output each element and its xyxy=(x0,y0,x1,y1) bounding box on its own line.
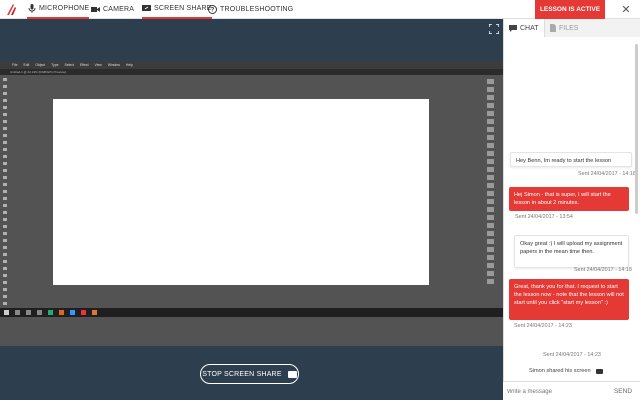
chat-scrollbar[interactable] xyxy=(635,44,638,214)
nav-troubleshooting-label: TROUBLESHOOTING xyxy=(220,6,294,13)
nav-camera-label: CAMERA xyxy=(103,6,135,13)
screen-icon xyxy=(287,370,297,378)
shared-menu-item: Select xyxy=(64,63,74,67)
stop-screen-share-button[interactable]: STOP SCREEN SHARE xyxy=(200,364,299,384)
message-timestamp: Sent 24/04/2017 - 14:23 xyxy=(514,323,572,329)
message-text: Okay great :) I will upload my assignmen… xyxy=(520,241,623,256)
lesson-status-badge: LESSON IS ACTIVE xyxy=(535,0,605,19)
shared-taskbar xyxy=(0,308,503,317)
svg-text:?: ? xyxy=(211,8,215,14)
system-message-timestamp: Sent 24/04/2017 - 14:23 xyxy=(543,352,601,358)
chat-message-incoming: Hey Benn, Im ready to start the lesson xyxy=(510,152,632,167)
shared-menu-item: File xyxy=(12,63,18,67)
chat-message-list: Hey Benn, Im ready to start the lesson S… xyxy=(504,38,640,381)
message-input[interactable] xyxy=(507,386,602,397)
stop-screen-share-label: STOP SCREEN SHARE xyxy=(202,370,282,378)
message-timestamp: Sent 24/04/2017 - 13:54 xyxy=(515,214,573,220)
chat-composer: SEND xyxy=(503,381,640,400)
tab-files[interactable]: FILES xyxy=(545,19,640,37)
screen-share-icon xyxy=(142,4,151,13)
shared-menu-item: Type xyxy=(51,63,59,67)
tab-files-label: FILES xyxy=(559,24,579,32)
chat-message-incoming: Okay great :) I will upload my assignmen… xyxy=(514,235,629,268)
shared-document-tab: Untitled-1 @ 42.13% (RGB/GPU Preview) xyxy=(10,70,66,74)
app-logo xyxy=(7,4,16,15)
nav-screen-share-label: SCREEN SHARE xyxy=(154,5,212,12)
shared-menu-item: View xyxy=(94,63,102,67)
system-message: Simon shared his screen xyxy=(529,368,603,374)
camera-icon xyxy=(91,5,100,14)
screen-share-icon xyxy=(595,368,603,374)
microphone-icon xyxy=(27,4,36,13)
shared-artboard xyxy=(53,99,429,285)
question-icon: ? xyxy=(208,5,217,14)
message-timestamp: Sent 24/04/2017 - 14:18 xyxy=(574,267,632,273)
tab-chat[interactable]: CHAT xyxy=(504,19,545,37)
shared-screen-view: File Edit Object Type Select Effect View… xyxy=(0,61,503,346)
message-timestamp: Sent 24/04/2017 - 14:18 xyxy=(578,171,636,177)
nav-screen-share[interactable]: SCREEN SHARE xyxy=(142,0,212,19)
chat-message-outgoing: Great, thank you for that. I request to … xyxy=(509,279,629,320)
tab-chat-label: CHAT xyxy=(520,24,539,32)
nav-microphone[interactable]: MICROPHONE xyxy=(27,0,90,19)
shared-document-tabs: Untitled-1 @ 42.13% (RGB/GPU Preview) xyxy=(0,69,503,75)
close-icon[interactable]: ✕ xyxy=(618,2,634,18)
chat-panel: CHAT FILES Hey Benn, Im ready to start t… xyxy=(503,19,640,400)
chat-message-outgoing: Hej Simon - that is super, I will start … xyxy=(509,187,629,211)
shared-menu-item: Object xyxy=(35,63,46,67)
file-icon xyxy=(550,24,556,32)
send-button[interactable]: SEND xyxy=(606,382,640,401)
system-message-text: Simon shared his screen xyxy=(529,368,591,374)
fullscreen-icon[interactable] xyxy=(489,24,499,34)
shared-toolbar xyxy=(1,76,15,312)
shared-right-panel xyxy=(483,76,501,306)
nav-troubleshooting[interactable]: ? TROUBLESHOOTING xyxy=(208,0,293,19)
message-text: Hej Simon - that is super, I will start … xyxy=(514,192,611,207)
shared-menu-item: Help xyxy=(125,63,133,67)
top-bar: MICROPHONE CAMERA SCREEN SHARE ? TROUBLE… xyxy=(0,0,640,19)
shared-app-menu: File Edit Object Type Select Effect View… xyxy=(0,61,503,69)
shared-menu-item: Edit xyxy=(23,63,30,67)
chat-icon xyxy=(509,24,517,32)
shared-menu-item: Effect xyxy=(79,63,89,67)
nav-microphone-label: MICROPHONE xyxy=(39,5,90,12)
shared-menu-item: Window xyxy=(107,63,120,67)
message-text: Hey Benn, Im ready to start the lesson xyxy=(516,158,612,164)
message-text: Great, thank you for that. I request to … xyxy=(514,284,624,307)
nav-camera[interactable]: CAMERA xyxy=(91,0,134,19)
panel-tabs: CHAT FILES xyxy=(504,19,640,37)
